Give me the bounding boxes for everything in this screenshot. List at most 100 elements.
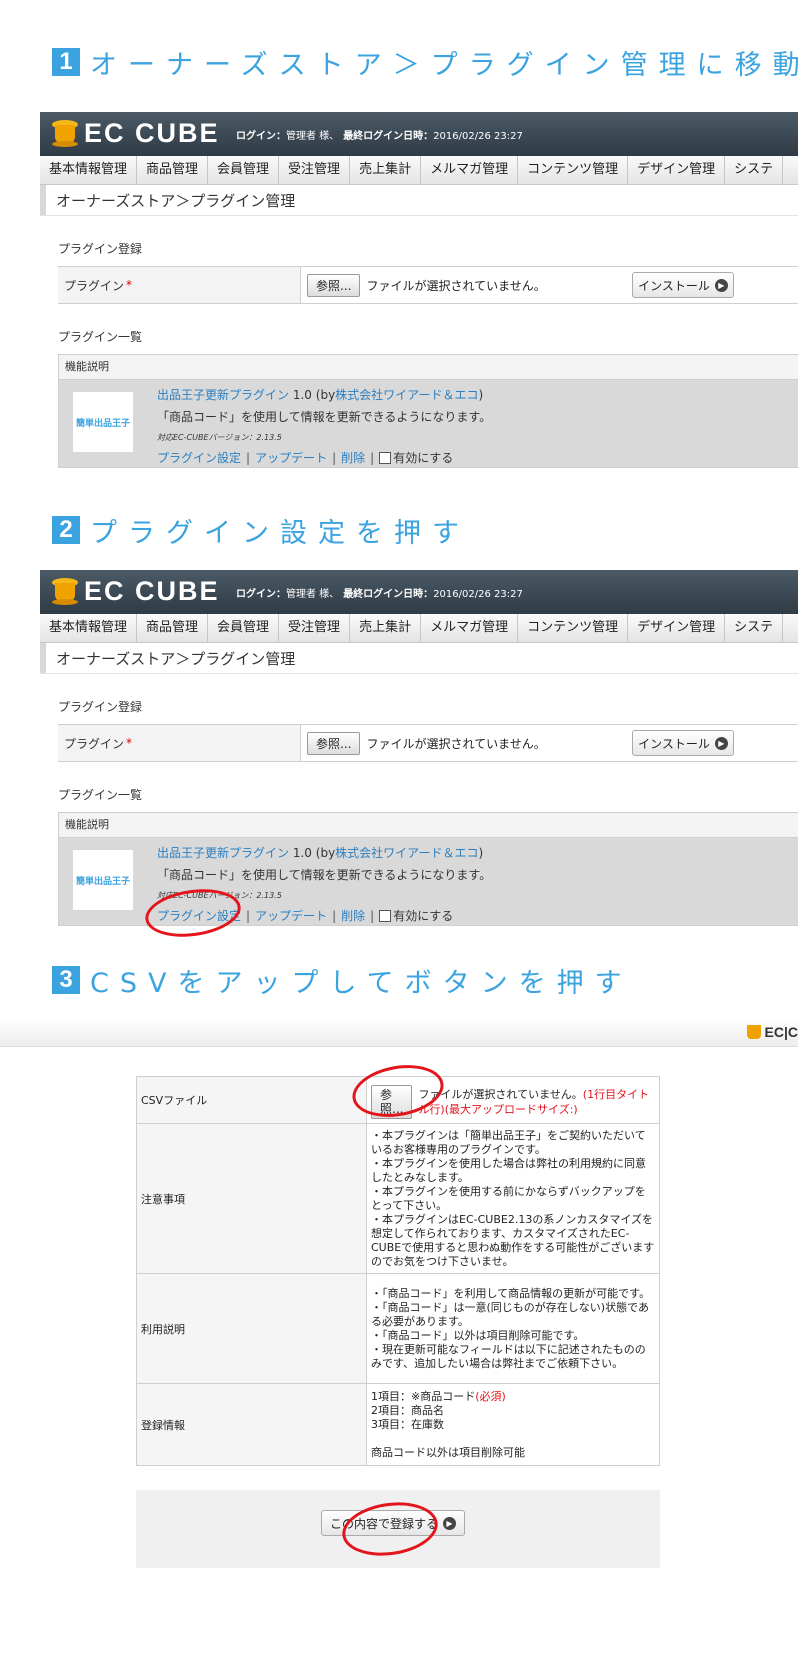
login-label: ログイン： (236, 131, 286, 142)
nav-products[interactable]: 商品管理 (137, 156, 209, 184)
step-text: プラグイン設定を押す (90, 517, 470, 549)
nav-basic-info[interactable]: 基本情報管理 (40, 156, 138, 184)
list-header: 機能説明 (59, 813, 798, 838)
separator: | (332, 908, 337, 923)
nav-design[interactable]: デザイン管理 (628, 156, 726, 184)
plugin-label: プラグイン * (58, 725, 301, 761)
install-label: インストール (638, 736, 710, 751)
register-info-label: 登録情報 (136, 1383, 367, 1466)
csv-no-file-text: ファイルが選択されていません。 (418, 1088, 583, 1101)
breadcrumb: オーナーズストア＞プラグイン管理 (40, 185, 798, 216)
nav-sales[interactable]: 売上集計 (350, 156, 422, 184)
nav-members[interactable]: 会員管理 (208, 614, 280, 642)
last-login-time: 2016/02/26 23:27 (433, 589, 523, 600)
plugin-description: 「商品コード」を使用して情報を更新できるようになります。 (157, 868, 492, 882)
caution-line: ・本プラグインは「簡単出品王子」をご契約いただいているお客様専用のプラグインです… (371, 1128, 646, 1156)
delete-link[interactable]: 削除 (341, 449, 365, 466)
install-button[interactable]: インストール ▶ (632, 730, 734, 756)
thumbnail-text: 簡単出品王子 (75, 876, 130, 887)
required-note: (必須) (475, 1389, 506, 1403)
thumbnail-text: 簡単出品王子 (75, 418, 130, 429)
nav-system[interactable]: システ (725, 156, 784, 184)
by-suffix: ) (478, 846, 484, 860)
delete-link[interactable]: 削除 (341, 907, 365, 924)
plugin-register-title: プラグイン登録 (58, 700, 143, 714)
caution-line: ・本プラグインを使用した場合は弊社の利用規約に同意したとみなします。 (371, 1156, 646, 1184)
nav-mail-magazine[interactable]: メルマガ管理 (421, 156, 519, 184)
enable-checkbox[interactable] (379, 909, 392, 922)
plugin-label: プラグイン * (58, 267, 301, 303)
browse-button[interactable]: 参照... (307, 273, 361, 297)
csv-file-label: CSVファイル (136, 1076, 367, 1124)
table-row: 注意事項 ・本プラグインは「簡単出品王子」をご契約いただいているお客様専用のプラ… (136, 1123, 660, 1274)
separator: | (370, 450, 375, 465)
no-file-text: ファイルが選択されていません。 (366, 736, 546, 751)
login-user: 管理者 様、 (286, 589, 340, 600)
nav-system[interactable]: システ (725, 614, 784, 642)
usage-line: ・「商品コード」以外は項目削除可能です。 (371, 1328, 585, 1342)
plugin-upload-row: プラグイン * 参照... ファイルが選択されていません。 インストール ▶ (58, 724, 798, 762)
separator: | (246, 908, 251, 923)
usage-line: ・「商品コード」を利用して商品情報の更新が可能です。 (371, 1286, 651, 1300)
cube-icon (746, 1025, 761, 1039)
plugin-version: 1.0 (292, 388, 312, 402)
page-title: オーナーズストア＞プラグイン管理 (56, 649, 296, 668)
mini-logo-text: EC|C (764, 1024, 798, 1040)
plugin-list-title: プラグイン一覧 (58, 788, 143, 802)
separator: | (370, 908, 375, 923)
plugin-list: 機能説明 簡単出品王子 出品王子更新プラグイン 1.0 (by株式会社ワイアード… (58, 354, 798, 468)
ec-cube-mini-logo: EC|C (746, 1024, 798, 1040)
caution-text: ・本プラグインは「簡単出品王子」をご契約いただいているお客様専用のプラグインです… (366, 1123, 660, 1274)
login-info: ログイン：管理者 様、 最終ログイン日時：2016/02/26 23:27 (236, 127, 527, 142)
update-link[interactable]: アップデート (255, 907, 327, 924)
plugin-thumbnail: 簡単出品王子 (73, 850, 133, 910)
last-login-time: 2016/02/26 23:27 (433, 131, 523, 142)
table-row: 登録情報 1項目：※商品コード(必須) 2項目：商品名 3項目：在庫数 商品コー… (136, 1383, 660, 1466)
caution-line: ・本プラグインはEC-CUBE2.13の系ノンカスタマイズを想定して作られており… (371, 1212, 655, 1268)
plugin-name-link[interactable]: 出品王子更新プラグイン (157, 388, 289, 402)
caution-line: ・本プラグインを使用する前にかならずバックアップをとって下さい。 (371, 1184, 646, 1212)
usage-line: ・現在更新可能なフィールドは以下に記述されたもののみです、追加したい場合は弊社ま… (371, 1342, 646, 1370)
admin-header: EC CUBE ログイン：管理者 様、 最終ログイン日時：2016/02/26 2… (40, 112, 798, 156)
nav-orders[interactable]: 受注管理 (279, 156, 351, 184)
arrow-right-icon: ▶ (714, 278, 728, 292)
plugin-label-text: プラグイン (64, 278, 125, 293)
separator: | (332, 450, 337, 465)
nav-members[interactable]: 会員管理 (208, 156, 280, 184)
plugin-list-title: プラグイン一覧 (58, 330, 143, 344)
step-number: 1 (52, 48, 80, 76)
plugin-settings-link[interactable]: プラグイン設定 (157, 449, 241, 466)
install-button[interactable]: インストール ▶ (632, 272, 734, 298)
nav-orders[interactable]: 受注管理 (279, 614, 351, 642)
step-1-heading: 1 オーナーズストア＞プラグイン管理に移動 (52, 44, 798, 81)
nav-contents[interactable]: コンテンツ管理 (518, 614, 629, 642)
plugin-label-text: プラグイン (64, 736, 125, 751)
login-info: ログイン：管理者 様、 最終ログイン日時：2016/02/26 23:27 (236, 585, 527, 600)
plugin-description: 「商品コード」を使用して情報を更新できるようになります。 (157, 410, 492, 424)
enable-label: 有効にする (393, 451, 454, 465)
nav-sales[interactable]: 売上集計 (350, 614, 422, 642)
browse-button[interactable]: 参照... (307, 731, 361, 755)
main-nav: 基本情報管理 商品管理 会員管理 受注管理 売上集計 メルマガ管理 コンテンツ管… (40, 156, 798, 185)
update-link[interactable]: アップデート (255, 449, 327, 466)
usage-line: ・「商品コード」は一意(同じものが存在しない)状態である必要があります。 (371, 1300, 649, 1328)
nav-contents[interactable]: コンテンツ管理 (518, 156, 629, 184)
last-login-label: 最終ログイン日時： (343, 589, 434, 600)
last-login-label: 最終ログイン日時： (343, 131, 434, 142)
ec-cube-logo[interactable]: EC CUBE (52, 576, 220, 607)
register-line: 2項目：商品名 (371, 1403, 444, 1417)
nav-design[interactable]: デザイン管理 (628, 614, 726, 642)
author-link[interactable]: 株式会社ワイアード＆エコ (335, 846, 478, 860)
nav-products[interactable]: 商品管理 (137, 614, 209, 642)
register-info-text: 1項目：※商品コード(必須) 2項目：商品名 3項目：在庫数 商品コード以外は項… (366, 1383, 660, 1466)
enable-label: 有効にする (393, 909, 454, 923)
nav-basic-info[interactable]: 基本情報管理 (40, 614, 138, 642)
step-text: オーナーズストア＞プラグイン管理に移動 (90, 49, 798, 81)
plugin-name-link[interactable]: 出品王子更新プラグイン (157, 846, 289, 860)
by-prefix: (by (315, 388, 336, 402)
caution-label: 注意事項 (136, 1123, 367, 1274)
ec-cube-logo[interactable]: EC CUBE (52, 118, 220, 149)
enable-checkbox[interactable] (379, 451, 392, 464)
nav-mail-magazine[interactable]: メルマガ管理 (421, 614, 519, 642)
author-link[interactable]: 株式会社ワイアード＆エコ (335, 388, 478, 402)
